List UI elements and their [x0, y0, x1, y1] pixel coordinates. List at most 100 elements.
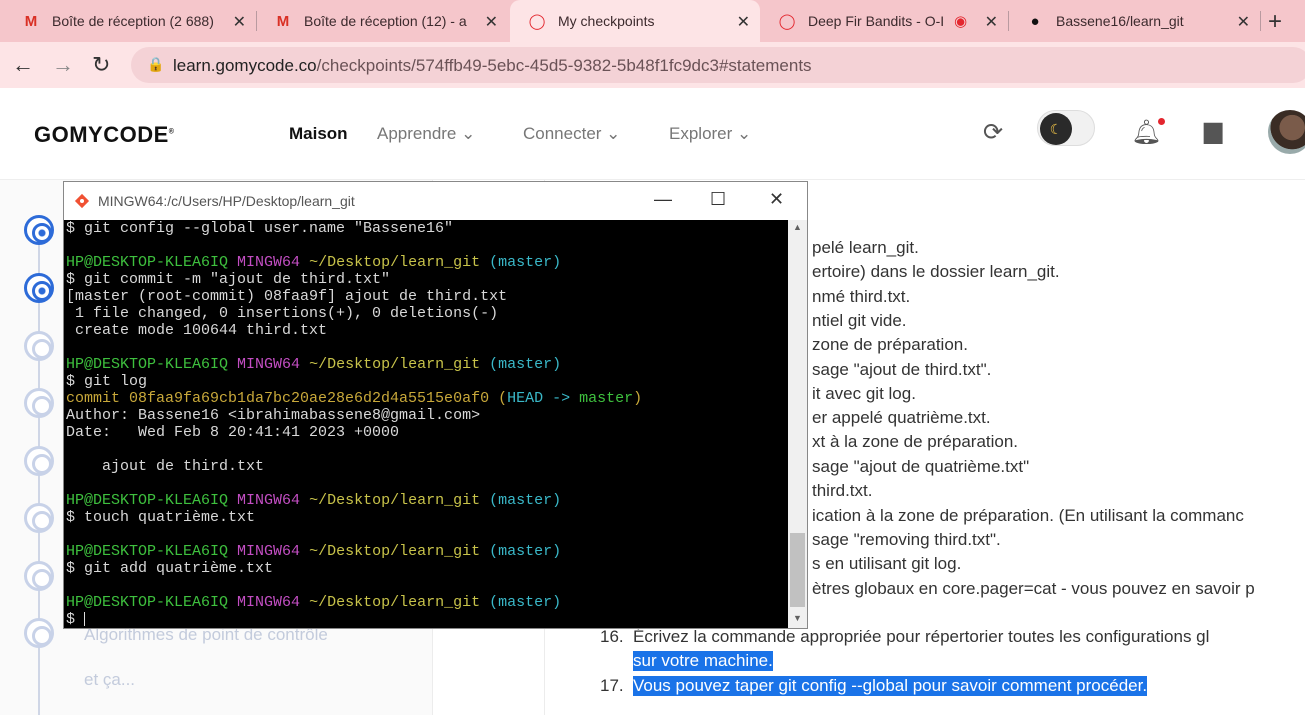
chevron-down-icon: ⌄ — [606, 124, 621, 143]
lock-icon: 🔒 — [147, 56, 165, 72]
nav-connecter[interactable]: Connecter ⌄ — [523, 124, 620, 144]
scrollbar-thumb[interactable] — [790, 533, 805, 607]
terminal-prompt: HP@DESKTOP-KLEA6IQ MINGW64 ~/Desktop/lea… — [66, 543, 562, 560]
statement-text: Écrivez la commande appropriée pour répe… — [633, 627, 1210, 646]
dark-mode-toggle[interactable]: ☾ — [1037, 110, 1095, 146]
address-bar: ← → ↻ 🔒 learn.gomycode.co/checkpoints/57… — [0, 42, 1305, 88]
terminal-prompt: HP@DESKTOP-KLEA6IQ MINGW64 ~/Desktop/lea… — [66, 492, 562, 509]
terminal-scrollbar[interactable]: ▲ ▼ — [788, 220, 807, 628]
close-icon[interactable]: ✕ — [737, 12, 750, 32]
terminal-titlebar[interactable]: MINGW64:/c/Users/HP/Desktop/learn_git — … — [64, 182, 807, 220]
step-indicator[interactable] — [24, 561, 54, 591]
terminal-window[interactable]: MINGW64:/c/Users/HP/Desktop/learn_git — … — [63, 181, 808, 629]
scroll-down-icon[interactable]: ▼ — [793, 613, 802, 623]
site-header: GOMYCODE® Maison Apprendre ⌄ Connecter ⌄… — [0, 88, 1305, 180]
sync-icon[interactable]: ⟳ — [983, 118, 1003, 147]
new-tab-icon[interactable]: + — [1268, 8, 1282, 36]
nav-apprendre[interactable]: Apprendre ⌄ — [377, 124, 475, 144]
step-indicator[interactable] — [24, 618, 54, 648]
step-indicator[interactable] — [24, 503, 54, 533]
git-bash-icon — [74, 193, 90, 209]
terminal-line: $ git config --global user.name "Bassene… — [66, 220, 454, 237]
terminal-title: MINGW64:/c/Users/HP/Desktop/learn_git — [98, 193, 355, 209]
statement-text: ication à la zone de préparation. (En ut… — [812, 506, 1244, 525]
terminal-line: 1 file changed, 0 insertions(+), 0 delet… — [66, 305, 499, 322]
browser-tab-bar: M Boîte de réception (2 688) ✕ M Boîte d… — [0, 0, 1305, 42]
terminal-line: Date: Wed Feb 8 20:41:41 2023 +0000 — [66, 424, 400, 441]
avatar[interactable] — [1268, 110, 1305, 154]
step-indicator[interactable] — [24, 273, 54, 303]
close-icon[interactable]: ✕ — [769, 189, 784, 210]
forward-arrow-icon[interactable]: → — [52, 52, 74, 78]
close-icon[interactable]: ✕ — [485, 12, 498, 32]
terminal-line: create mode 100644 third.txt — [66, 322, 328, 339]
close-icon[interactable]: ✕ — [233, 12, 246, 32]
chevron-down-icon: ⌄ — [461, 124, 476, 143]
tab-gmail-2[interactable]: M Boîte de réception (12) - a ✕ — [256, 0, 508, 42]
terminal-input-line[interactable]: $ — [66, 611, 787, 628]
terminal-line: $ touch quatrième.txt — [66, 509, 256, 526]
step-indicator[interactable] — [24, 215, 54, 245]
maximize-icon[interactable]: ☐ — [710, 189, 726, 210]
tab-separator — [1260, 11, 1261, 31]
tab-title: Bassene16/learn_git — [1056, 13, 1184, 29]
chat-icon[interactable]: ▆ — [1204, 116, 1222, 145]
bell-icon[interactable]: 🔔︎ — [1131, 118, 1161, 147]
statement-text: it avec git log. — [812, 384, 916, 403]
statement-text: sage "ajout de quatrième.txt" — [812, 457, 1030, 476]
statement-text-selected: sur votre machine. — [633, 651, 773, 671]
terminal-prompt: HP@DESKTOP-KLEA6IQ MINGW64 ~/Desktop/lea… — [66, 594, 562, 611]
statement-text: pelé learn_git. — [812, 238, 919, 257]
tab-title: My checkpoints — [558, 13, 655, 29]
gmail-icon: M — [276, 12, 290, 30]
minimize-icon[interactable]: — — [654, 189, 672, 210]
terminal-commit-line: commit 08faa9fa69cb1da7bc20ae28e6d2d4a55… — [66, 390, 643, 407]
terminal-output[interactable]: $ git config --global user.name "Bassene… — [65, 220, 787, 628]
terminal-line: $ git commit -m "ajout de third.txt" — [66, 271, 391, 288]
step-indicator[interactable] — [24, 331, 54, 361]
checkpoint-label[interactable]: et ça... — [84, 670, 135, 690]
scroll-up-icon[interactable]: ▲ — [793, 222, 802, 232]
back-arrow-icon[interactable]: ← — [12, 52, 34, 78]
close-icon[interactable]: ✕ — [985, 12, 998, 32]
github-icon: ● — [1030, 12, 1040, 30]
chevron-down-icon: ⌄ — [737, 124, 752, 143]
close-icon[interactable]: ✕ — [1237, 12, 1250, 32]
tab-deep-fir-bandits[interactable]: ◯ Deep Fir Bandits - O-I ◉ ✕ — [760, 0, 1009, 42]
gomycode-icon: ◯ — [778, 13, 796, 30]
tab-github[interactable]: ● Bassene16/learn_git ✕ — [1008, 0, 1261, 42]
moon-icon: ☾ — [1040, 113, 1072, 145]
tab-title: Boîte de réception (12) - a — [304, 13, 467, 29]
reload-icon[interactable]: ↻ — [92, 52, 110, 78]
statement-text: sage "removing third.txt". — [812, 530, 1001, 549]
statement-number: 16. — [600, 627, 624, 646]
step-indicator[interactable] — [24, 446, 54, 476]
gomycode-logo[interactable]: GOMYCODE® — [34, 122, 174, 148]
statement-text: third.txt. — [812, 481, 873, 500]
terminal-line: $ git add quatrième.txt — [66, 560, 274, 577]
tab-my-checkpoints[interactable]: ◯ My checkpoints ✕ — [510, 0, 760, 42]
statement-text: ètres globaux en core.pager=cat - vous p… — [812, 579, 1255, 598]
notification-dot — [1158, 118, 1165, 125]
terminal-line: ajout de third.txt — [66, 458, 265, 475]
tab-gmail-1[interactable]: M Boîte de réception (2 688) ✕ — [4, 0, 257, 42]
url-input[interactable]: 🔒 learn.gomycode.co/checkpoints/574ffb49… — [131, 47, 1305, 83]
recording-icon: ◉ — [954, 13, 968, 30]
statement-text: xt à la zone de préparation. — [812, 432, 1019, 451]
terminal-line: [master (root-commit) 08faa9f] ajout de … — [66, 288, 508, 305]
statement-text: er appelé quatrième.txt. — [812, 408, 991, 427]
step-indicator[interactable] — [24, 388, 54, 418]
statement-text: nmé third.txt. — [812, 287, 911, 306]
statement-text: ertoire) dans le dossier learn_git. — [812, 262, 1060, 281]
statement-text: s en utilisant git log. — [812, 554, 962, 573]
nav-maison[interactable]: Maison — [289, 124, 348, 144]
tab-title: Deep Fir Bandits - O-I — [808, 13, 945, 29]
text-cursor — [84, 612, 86, 627]
nav-explorer[interactable]: Explorer ⌄ — [669, 124, 751, 144]
